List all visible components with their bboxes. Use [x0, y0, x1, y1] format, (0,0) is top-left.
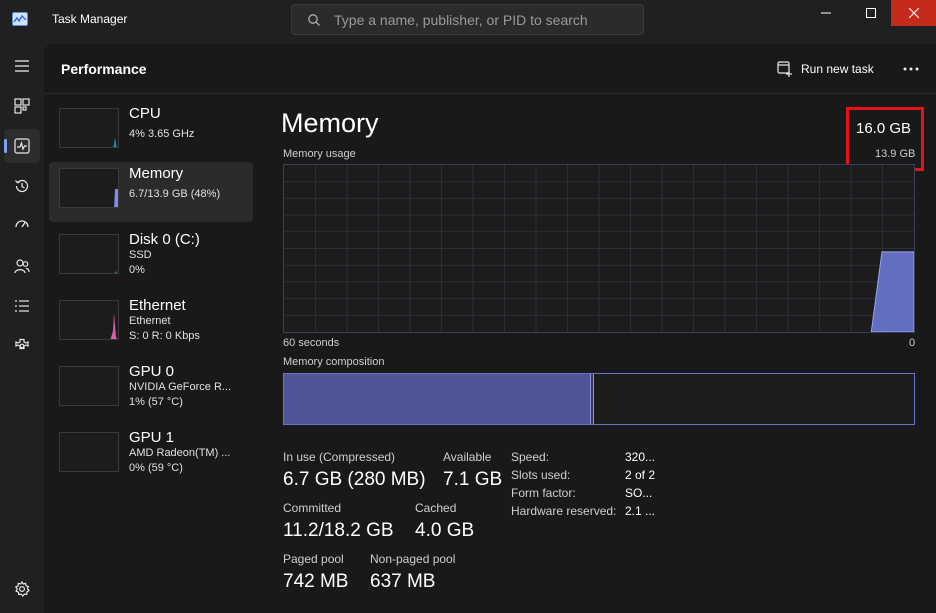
minimize-icon — [821, 12, 831, 14]
device-name: Memory — [129, 165, 184, 182]
stat-label-non-paged-pool: Non-paged pool — [370, 552, 456, 566]
maximize-button[interactable] — [848, 0, 894, 26]
stat-value-available: 7.1 GB — [443, 469, 503, 490]
nav-item-performance[interactable] — [4, 129, 40, 163]
device-name: CPU — [129, 105, 161, 122]
run-task-icon — [777, 61, 792, 77]
run-new-task-button[interactable]: Run new task — [777, 58, 874, 80]
stat-label-available: Available — [443, 450, 492, 464]
processes-icon — [14, 98, 30, 114]
graph-time-end-label: 0 — [909, 337, 916, 349]
device-item-gpu1[interactable]: GPU 1 AMD Radeon(TM) ... 0% (59 °C) — [49, 426, 253, 486]
hamburger-menu-button[interactable] — [4, 49, 40, 83]
search-icon — [308, 14, 320, 26]
history-icon — [15, 179, 29, 193]
highlight-annotation-box — [846, 107, 924, 171]
minimize-button[interactable] — [803, 0, 849, 26]
more-options-button[interactable] — [900, 58, 922, 80]
device-detail: 6.7/13.9 GB (48%) — [129, 188, 221, 200]
memory-composition-bar — [283, 373, 915, 425]
gpu0-thumbnail-graph — [59, 366, 119, 406]
menu-icon — [15, 60, 29, 72]
property-key-slots-used: Slots used: — [511, 468, 571, 482]
nav-item-services[interactable] — [4, 329, 40, 363]
property-value-hardware-reserved: 2.1 ... — [625, 504, 656, 518]
property-value-form-factor: SO... — [625, 486, 653, 500]
page-title: Performance — [61, 61, 147, 77]
memory-composition-label: Memory composition — [283, 356, 385, 368]
search-box[interactable]: Type a name, publisher, or PID to search — [291, 4, 644, 35]
stat-value-non-paged-pool: 637 MB — [370, 571, 436, 592]
device-item-memory[interactable]: Memory 6.7/13.9 GB (48%) — [49, 162, 253, 222]
more-options-icon — [903, 67, 919, 71]
device-detail-2: 0% (59 °C) — [129, 462, 183, 474]
stat-value-in-use: 6.7 GB (280 MB) — [283, 469, 426, 490]
device-name: Disk 0 (C:) — [129, 231, 200, 248]
property-value-slots-used: 2 of 2 — [625, 468, 656, 482]
users-icon — [14, 259, 30, 274]
settings-icon — [14, 581, 30, 597]
nav-item-app-history[interactable] — [4, 169, 40, 203]
stat-value-cached: 4.0 GB — [415, 520, 475, 541]
device-name: Ethernet — [129, 297, 186, 314]
composition-modified-segment — [591, 374, 594, 424]
memory-usage-label: Memory usage — [283, 148, 356, 160]
device-detail-2: 0% — [129, 264, 145, 276]
nav-item-details[interactable] — [4, 289, 40, 323]
close-icon — [908, 8, 919, 18]
stat-value-committed: 11.2/18.2 GB — [283, 520, 394, 541]
device-item-disk[interactable]: Disk 0 (C:) SSD 0% — [49, 228, 253, 288]
memory-thumbnail-graph — [59, 168, 119, 208]
device-detail-2: S: 0 R: 0 Kbps — [129, 330, 200, 342]
stat-label-paged-pool: Paged pool — [283, 552, 344, 566]
nav-item-users[interactable] — [4, 249, 40, 283]
device-detail-2: 1% (57 °C) — [129, 396, 183, 408]
memory-usage-graph — [283, 164, 915, 333]
main-panel: Performance Run new task CPU 4% 3.65 GHz… — [44, 44, 936, 613]
property-value-speed: 320... — [625, 450, 656, 464]
device-item-cpu[interactable]: CPU 4% 3.65 GHz — [49, 102, 253, 162]
maximize-icon — [866, 8, 876, 18]
services-icon — [15, 338, 29, 350]
device-detail: SSD — [129, 249, 152, 261]
task-manager-icon — [12, 12, 28, 26]
property-key-hardware-reserved: Hardware reserved: — [511, 504, 617, 518]
settings-button[interactable] — [4, 572, 40, 606]
startup-icon — [15, 220, 29, 228]
memory-usage-area — [870, 251, 915, 333]
close-button[interactable] — [891, 0, 936, 26]
nav-item-processes[interactable] — [4, 89, 40, 123]
detail-title: Memory — [281, 108, 379, 138]
property-key-form-factor: Form factor: — [511, 486, 576, 500]
device-detail: 4% 3.65 GHz — [129, 128, 195, 140]
stat-label-cached: Cached — [415, 501, 457, 515]
search-placeholder[interactable]: Type a name, publisher, or PID to search — [334, 12, 588, 28]
gpu1-thumbnail-graph — [59, 432, 119, 472]
device-detail: NVIDIA GeForce R... — [129, 381, 232, 393]
memory-usage-plot — [284, 165, 915, 333]
nav-rail — [0, 40, 44, 613]
device-detail: AMD Radeon(TM) ... — [129, 447, 231, 459]
device-name: GPU 0 — [129, 363, 175, 380]
stat-label-in-use: In use (Compressed) — [283, 450, 396, 464]
ethernet-thumbnail-graph — [59, 300, 119, 340]
stat-label-committed: Committed — [283, 501, 342, 515]
device-name: GPU 1 — [129, 429, 175, 446]
nav-item-startup-apps[interactable] — [4, 209, 40, 243]
property-key-speed: Speed: — [511, 450, 550, 464]
title-bar: Task Manager Type a name, publisher, or … — [0, 0, 936, 40]
graph-time-span-label: 60 seconds — [283, 337, 340, 349]
list-icon — [15, 300, 29, 312]
cpu-thumbnail-graph — [59, 108, 119, 148]
device-item-ethernet[interactable]: Ethernet Ethernet S: 0 R: 0 Kbps — [49, 294, 253, 354]
disk-thumbnail-graph — [59, 234, 119, 274]
header-divider — [44, 93, 936, 94]
composition-in-use-segment — [284, 374, 591, 424]
app-title: Task Manager — [52, 12, 128, 26]
stat-value-paged-pool: 742 MB — [283, 571, 349, 592]
run-new-task-label: Run new task — [801, 62, 874, 76]
performance-icon — [14, 138, 30, 154]
device-item-gpu0[interactable]: GPU 0 NVIDIA GeForce R... 1% (57 °C) — [49, 360, 253, 420]
device-detail: Ethernet — [129, 315, 171, 327]
